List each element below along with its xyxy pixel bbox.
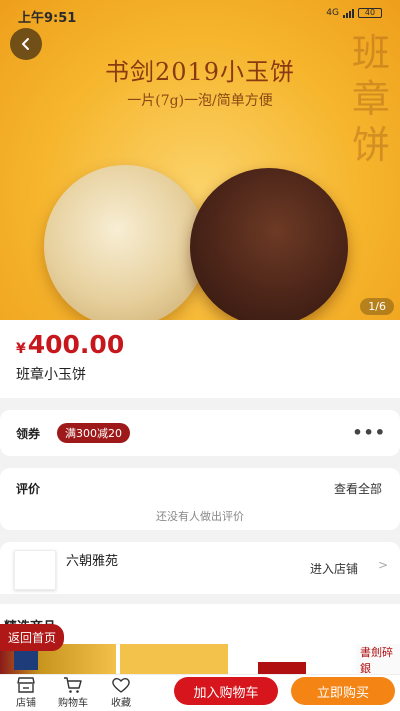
buy-now-button[interactable]: 立即购买	[291, 677, 395, 705]
tea-cake-raw-image	[44, 165, 206, 320]
hero-calligraphy: 班章饼	[351, 31, 390, 167]
add-to-cart-button[interactable]: 加入购物车	[174, 677, 278, 705]
battery-icon: 40	[358, 8, 382, 18]
view-all-reviews-link[interactable]: 查看全部	[334, 480, 382, 497]
product-image-carousel[interactable]: 上午9:51 4G 40 书剑2019小玉饼 一片(7g)一泡/简单方便 班章饼…	[0, 0, 400, 320]
coupon-row[interactable]: 领券 满300减20 •••	[0, 410, 400, 456]
chevron-right-icon: >	[377, 558, 388, 572]
enter-shop-link[interactable]: 进入店铺	[310, 560, 358, 577]
tea-cake-dark-image	[190, 168, 348, 320]
status-bar: 上午9:51 4G 40	[0, 0, 400, 28]
image-page-indicator: 1/6	[360, 298, 394, 315]
heart-icon	[112, 677, 130, 693]
more-icon[interactable]: •••	[352, 423, 386, 442]
store-icon	[17, 677, 35, 693]
shop-row[interactable]: 六朝雅苑 进入店铺 >	[0, 542, 400, 594]
recommended-product-image[interactable]: 書劍碎銀	[356, 644, 400, 674]
favorite-label: 收藏	[111, 698, 131, 709]
bottom-action-bar: 店铺 购物车 收藏 加入购物车 立即购买	[0, 674, 400, 711]
price-amount: 400.00	[27, 330, 125, 359]
cart-icon	[64, 677, 82, 693]
status-time: 上午9:51	[18, 11, 77, 26]
hero-subtitle: 一片(7g)一泡/简单方便	[127, 93, 273, 109]
price-section: ¥ 400.00 班章小玉饼	[0, 320, 400, 398]
shop-name: 六朝雅苑	[66, 554, 119, 569]
product-name: 班章小玉饼	[16, 367, 86, 383]
hero-title: 书剑2019小玉饼	[104, 58, 296, 86]
return-home-button[interactable]: 返回首页	[0, 624, 65, 651]
store-label: 店铺	[16, 698, 36, 709]
review-empty-text: 还没有人做出评价	[156, 510, 244, 523]
favorite-button[interactable]: 收藏	[103, 675, 139, 709]
signal-icon	[343, 8, 354, 18]
product-price: ¥ 400.00	[16, 330, 124, 359]
review-title: 评价	[16, 482, 41, 496]
currency-symbol: ¥	[16, 341, 26, 357]
recommended-product-label: 書劍碎銀	[360, 646, 393, 674]
review-section: 评价 查看全部 还没有人做出评价	[0, 468, 400, 530]
recommended-product-image[interactable]	[120, 644, 228, 674]
cart-button[interactable]: 购物车	[55, 675, 91, 709]
coupon-badge[interactable]: 满300减20	[57, 423, 130, 443]
cart-label: 购物车	[58, 698, 88, 709]
store-button[interactable]: 店铺	[8, 675, 44, 709]
status-indicators: 4G 40	[326, 8, 382, 18]
recommended-product-image[interactable]	[258, 662, 306, 674]
shop-logo	[14, 550, 56, 590]
network-label: 4G	[326, 8, 339, 18]
back-icon	[22, 38, 29, 50]
coupon-label: 领券	[16, 427, 41, 441]
